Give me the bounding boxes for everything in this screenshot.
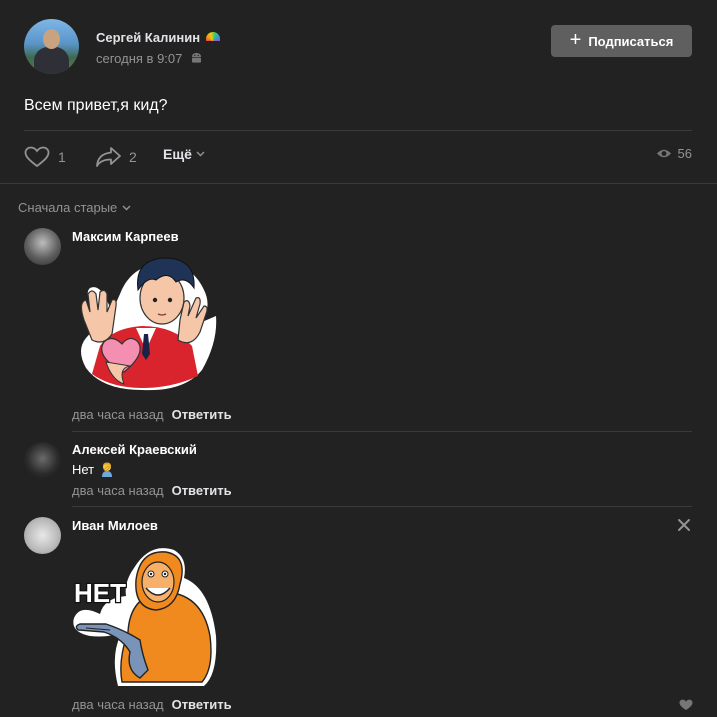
comment-time[interactable]: два часа назад [72,483,164,498]
share-button[interactable]: 2 [95,146,137,168]
comment-avatar[interactable] [24,228,61,265]
share-icon [96,147,121,167]
share-count: 2 [129,149,137,165]
views-count: 56 [677,146,692,161]
post-timestamp[interactable]: сегодня в 9:07 [96,51,182,66]
subscribe-label: Подписаться [588,33,674,49]
views-counter: 56 [656,146,692,161]
author-name-row: Сергей Калинин [96,30,221,45]
divider [72,506,692,507]
comment-meta: два часа назад Ответить [72,407,232,422]
heart-icon [24,146,50,168]
reply-button[interactable]: Ответить [172,483,232,498]
rainbow-icon [206,32,221,41]
comment-avatar[interactable] [24,442,61,479]
comment-text: Нет [72,462,95,477]
comment-meta: два часа назад Ответить [72,483,232,498]
post-text: Всем привет,я кид? [24,97,168,114]
person-facepalming-emoji [101,462,112,477]
author-avatar[interactable] [24,19,79,74]
like-button[interactable]: 1 [24,146,66,168]
divider [0,183,717,184]
more-label: Ещё [163,146,192,162]
reply-button[interactable]: Ответить [172,407,232,422]
author-name[interactable]: Сергей Калинин [96,30,200,45]
post-card: Сергей Калинин сегодня в 9:07 + Подписат… [0,0,717,183]
comment-time[interactable]: два часа назад [72,697,164,712]
comment-text-row: Нет [72,461,115,477]
comment-author[interactable]: Алексей Краевский [72,442,197,457]
post-timestamp-row: сегодня в 9:07 [96,51,202,66]
sort-label: Сначала старые [18,200,118,215]
comment-author[interactable]: Максим Карпеев [72,229,179,244]
comment-time[interactable]: два часа назад [72,407,164,422]
plus-icon: + [569,29,582,51]
subscribe-button[interactable]: + Подписаться [551,25,692,57]
chevron-down-icon [196,151,205,157]
android-icon [192,53,201,63]
sticker-image[interactable] [72,250,220,398]
divider [24,130,692,131]
comment-author[interactable]: Иван Милоев [72,518,158,533]
sticker-text: НЕТ [74,578,126,608]
sticker-image[interactable]: НЕТ [70,544,218,690]
more-button[interactable]: Ещё [163,146,205,162]
comments-sort-dropdown[interactable]: Сначала старые [18,200,131,215]
reply-button[interactable]: Ответить [172,697,232,712]
comment-meta: два часа назад Ответить [72,697,232,712]
like-count: 1 [58,149,66,165]
post-actions: 1 2 Ещё 56 [24,146,692,168]
close-icon[interactable] [677,518,691,532]
eye-icon [656,149,671,158]
chevron-down-icon [122,205,131,210]
divider [72,431,692,432]
comment-avatar[interactable] [24,517,61,554]
heart-icon[interactable] [679,699,693,711]
